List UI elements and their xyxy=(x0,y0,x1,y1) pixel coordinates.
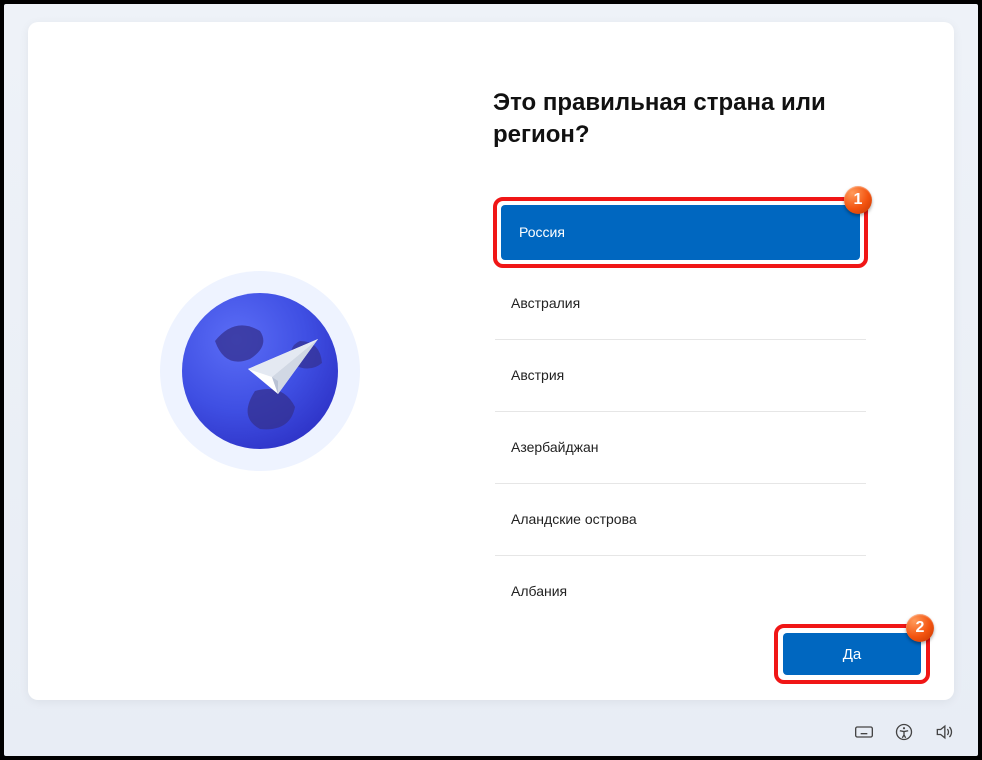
region-label: Албания xyxy=(511,583,567,599)
region-label: Азербайджан xyxy=(511,439,599,455)
keyboard-icon[interactable] xyxy=(854,722,874,742)
region-label: Россия xyxy=(519,224,565,240)
region-item[interactable]: Албания xyxy=(493,564,868,619)
region-label: Австрия xyxy=(511,367,564,383)
region-item[interactable]: Австрия xyxy=(493,348,868,403)
region-item[interactable]: Австралия xyxy=(493,276,868,331)
region-item[interactable]: Азербайджан xyxy=(493,420,868,475)
annotation-highlight-2: 2 Да xyxy=(774,624,930,684)
volume-icon[interactable] xyxy=(934,722,954,742)
region-label: Австралия xyxy=(511,295,580,311)
yes-button-label: Да xyxy=(843,646,862,663)
accessibility-icon[interactable] xyxy=(894,722,914,742)
page-title: Это правильная страна или регион? xyxy=(493,87,853,152)
illustration-pane xyxy=(28,22,491,700)
annotation-highlight-1: 1 Россия xyxy=(493,197,868,268)
divider xyxy=(495,483,866,484)
oobe-window: Это правильная страна или регион? 1 Росс… xyxy=(4,4,978,756)
confirm-area: 2 Да xyxy=(774,624,930,684)
divider xyxy=(495,555,866,556)
globe-plane-icon xyxy=(160,271,360,471)
annotation-badge-2: 2 xyxy=(906,614,934,642)
divider xyxy=(495,339,866,340)
yes-button[interactable]: Да xyxy=(783,633,921,675)
region-item[interactable]: Аландские острова xyxy=(493,492,868,547)
oobe-card: Это правильная страна или регион? 1 Росс… xyxy=(28,22,954,700)
region-list: 1 Россия Австралия Австрия Азерба xyxy=(493,197,868,619)
annotation-badge-1: 1 xyxy=(844,186,872,214)
taskbar-icons xyxy=(854,722,954,742)
content-row: Это правильная страна или регион? 1 Росс… xyxy=(28,22,954,700)
region-item-selected[interactable]: Россия xyxy=(501,205,860,260)
region-label: Аландские острова xyxy=(511,511,637,527)
region-pane: Это правильная страна или регион? 1 Росс… xyxy=(491,22,954,700)
divider xyxy=(495,411,866,412)
